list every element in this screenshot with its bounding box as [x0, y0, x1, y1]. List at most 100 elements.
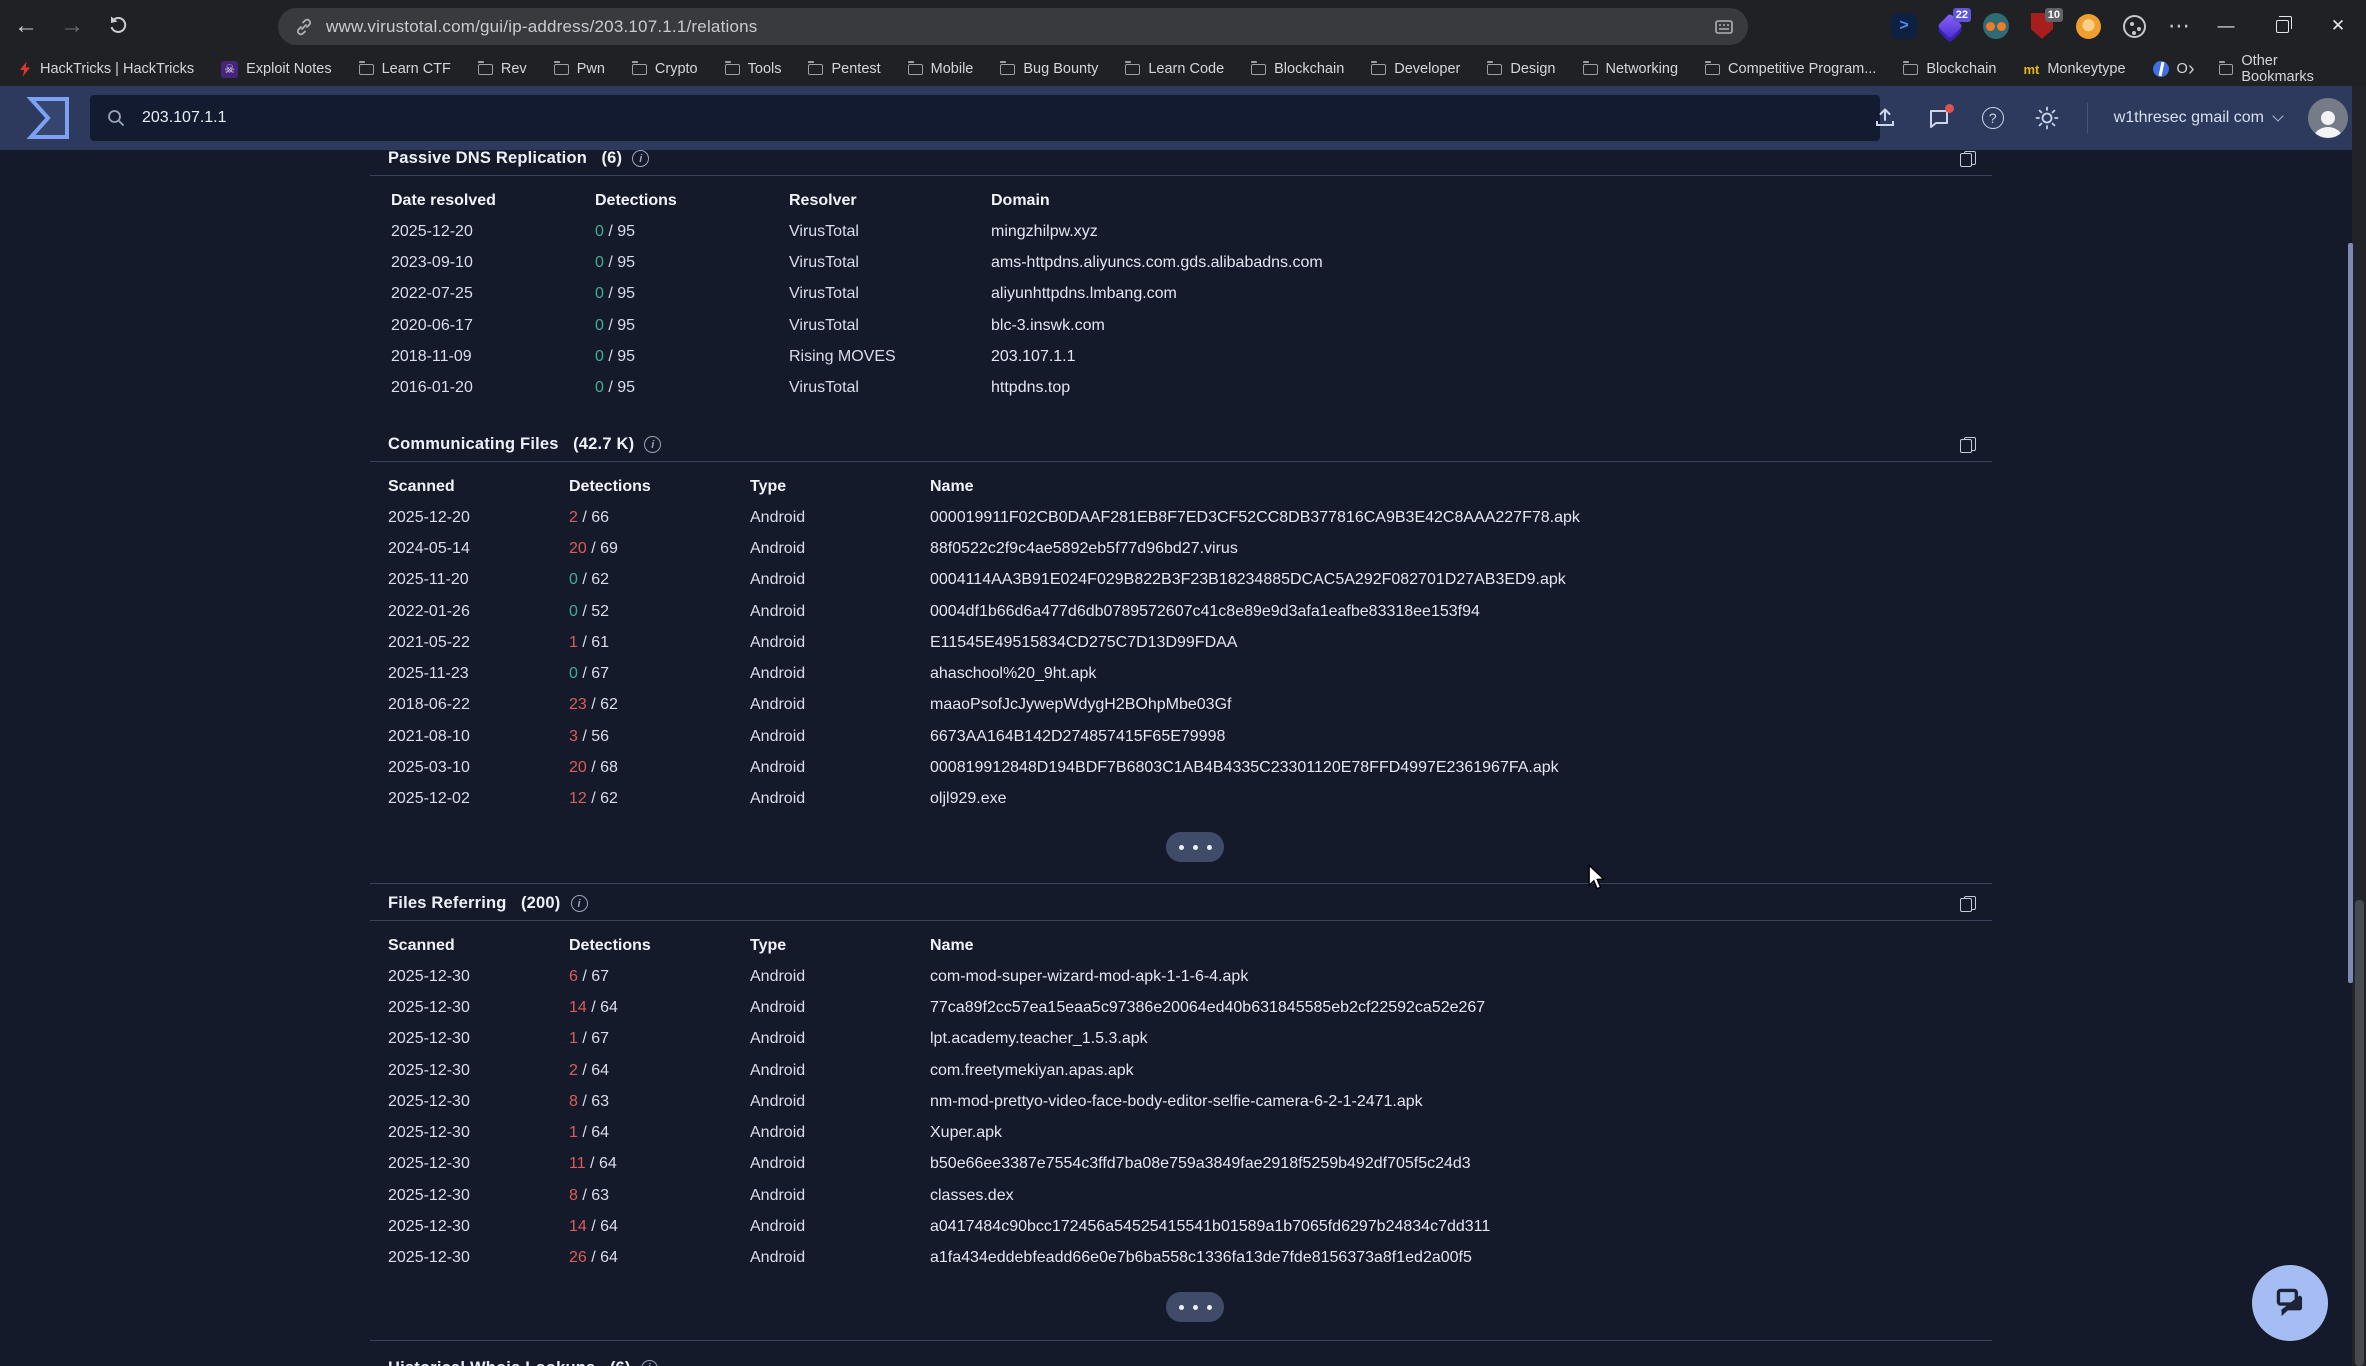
table-row[interactable]: 2022-01-260 / 52Android0004df1b66d6a477d… [370, 596, 1992, 627]
domain-cell[interactable]: httpdns.top [991, 379, 1992, 397]
scrollbar-thumb[interactable] [2355, 900, 2364, 1366]
bookmarks-overflow-chevron-icon[interactable]: › [2188, 58, 2195, 81]
name-cell[interactable]: com.freetymekiyan.apas.apk [930, 1062, 1992, 1080]
url-bar[interactable]: www.virustotal.com/gui/ip-address/203.10… [278, 8, 1748, 45]
load-more-button[interactable] [1166, 832, 1224, 862]
name-cell[interactable]: oljl929.exe [930, 790, 1992, 808]
other-bookmarks-button[interactable]: Other Bookmarks [2219, 53, 2352, 85]
extension-spy-icon[interactable] [1982, 12, 2010, 40]
bookmark-item[interactable]: HackTricks | HackTricks [18, 61, 194, 77]
copy-icon[interactable] [1960, 896, 1976, 912]
bookmark-item[interactable]: Design [1487, 61, 1555, 77]
domain-cell[interactable]: blc-3.inswk.com [991, 317, 1992, 335]
name-cell[interactable]: 000019911F02CB0DAAF281EB8F7ED3CF52CC8DB3… [930, 509, 1992, 527]
domain-cell[interactable]: mingzhilpw.xyz [991, 223, 1992, 241]
bookmark-item[interactable]: Learn Code [1125, 61, 1224, 77]
extension-layers-icon[interactable]: 22 [1936, 12, 1964, 40]
domain-cell[interactable]: ams-httpdns.aliyuncs.com.gds.alibabadns.… [991, 254, 1992, 272]
extension-cookie-icon[interactable] [2120, 12, 2148, 40]
name-cell[interactable]: maaoPsofJcJywepWdygH2BOhpMbe03Gf [930, 696, 1992, 714]
table-row[interactable]: 2025-12-302 / 64Androidcom.freetymekiyan… [370, 1055, 1992, 1086]
avatar[interactable] [2308, 98, 2348, 138]
name-cell[interactable]: nm-mod-prettyo-video-face-body-editor-se… [930, 1093, 1992, 1111]
name-cell[interactable]: E11545E49515834CD275C7D13D99FDAA [930, 634, 1992, 652]
table-row[interactable]: 2025-12-308 / 63Androidclasses.dex [370, 1180, 1992, 1211]
table-row[interactable]: 2025-11-230 / 67Androidahaschool%20_9ht.… [370, 658, 1992, 689]
info-icon[interactable]: i [571, 895, 588, 912]
bookmark-item[interactable]: Blockchain [1903, 61, 1996, 77]
name-cell[interactable]: lpt.academy.teacher_1.5.3.apk [930, 1030, 1992, 1048]
table-row[interactable]: 2025-12-308 / 63Androidnm-mod-prettyo-vi… [370, 1086, 1992, 1117]
table-row[interactable]: 2025-12-3014 / 64Android77ca89f2cc57ea15… [370, 992, 1992, 1023]
bookmark-item[interactable]: Learn CTF [359, 61, 451, 77]
bookmark-item[interactable]: Developer [1371, 61, 1460, 77]
table-row[interactable]: 2025-12-200 / 95VirusTotalmingzhilpw.xyz [370, 216, 1992, 247]
table-row[interactable]: 2025-11-200 / 62Android0004114AA3B91E024… [370, 565, 1992, 596]
name-cell[interactable]: 88f0522c2f9c4ae5892eb5f77d96bd27.virus [930, 540, 1992, 558]
name-cell[interactable]: classes.dex [930, 1187, 1992, 1205]
table-row[interactable]: 2025-03-1020 / 68Android000819912848D194… [370, 752, 1992, 783]
name-cell[interactable]: b50e66ee3387e7554c3ffd7ba08e759a3849fae2… [930, 1155, 1992, 1173]
table-row[interactable]: 2025-12-306 / 67Androidcom-mod-super-wiz… [370, 961, 1992, 992]
domain-cell[interactable]: aliyunhttpdns.lmbang.com [991, 285, 1992, 303]
bookmark-item[interactable]: OffSec [2153, 61, 2188, 77]
name-cell[interactable]: 0004114AA3B91E024F029B822B3F23B18234885D… [930, 571, 1992, 589]
close-icon[interactable]: ✕ [2310, 0, 2366, 52]
table-row[interactable]: 2024-05-1420 / 69Android88f0522c2f9c4ae5… [370, 533, 1992, 564]
table-row[interactable]: 2018-11-090 / 95Rising MOVES203.107.1.1 [370, 341, 1992, 372]
bookmark-item[interactable]: Rev [478, 61, 527, 77]
extension-shield-icon[interactable]: 10 [2028, 12, 2056, 40]
bookmark-item[interactable]: Competitive Program... [1705, 61, 1876, 77]
bookmark-item[interactable]: Networking [1583, 61, 1679, 77]
table-row[interactable]: 2021-05-221 / 61AndroidE11545E49515834CD… [370, 627, 1992, 658]
comments-icon[interactable] [1925, 104, 1953, 132]
forward-icon[interactable]: → [52, 6, 92, 46]
info-icon[interactable]: i [644, 436, 661, 453]
theme-toggle-icon[interactable] [2033, 104, 2061, 132]
search-input[interactable]: 203.107.1.1 [90, 95, 1880, 141]
table-row[interactable]: 2025-12-301 / 67Androidlpt.academy.teach… [370, 1024, 1992, 1055]
reload-icon[interactable] [98, 6, 138, 46]
bookmark-item[interactable]: mtMonkeytype [2023, 61, 2125, 77]
browser-menu-icon[interactable]: ⋯ [2166, 12, 2194, 40]
name-cell[interactable]: a1fa434eddebfeadd66e0e7b6ba558c1336fa13d… [930, 1249, 1992, 1267]
table-row[interactable]: 2025-12-0212 / 62Androidoljl929.exe [370, 784, 1992, 815]
name-cell[interactable]: 000819912848D194BDF7B6803C1AB4B4335C2330… [930, 759, 1992, 777]
load-more-button[interactable] [1166, 1292, 1224, 1322]
table-row[interactable]: 2025-12-202 / 66Android000019911F02CB0DA… [370, 502, 1992, 533]
table-row[interactable]: 2025-12-301 / 64AndroidXuper.apk [370, 1117, 1992, 1148]
table-row[interactable]: 2016-01-200 / 95VirusTotalhttpdns.top [370, 372, 1992, 403]
table-row[interactable]: 2022-07-250 / 95VirusTotalaliyunhttpdns.… [370, 279, 1992, 310]
bookmark-item[interactable]: Tools [725, 61, 782, 77]
bookmark-item[interactable]: ☠Exploit Notes [221, 61, 331, 78]
table-row[interactable]: 2025-12-3026 / 64Androida1fa434eddebfead… [370, 1243, 1992, 1274]
table-row[interactable]: 2025-12-3011 / 64Androidb50e66ee3387e755… [370, 1149, 1992, 1180]
name-cell[interactable]: 77ca89f2cc57ea15eaa5c97386e20064ed40b631… [930, 999, 1992, 1017]
table-row[interactable]: 2023-09-100 / 95VirusTotalams-httpdns.al… [370, 247, 1992, 278]
bookmark-item[interactable]: Mobile [908, 61, 974, 77]
bookmark-item[interactable]: Crypto [632, 61, 698, 77]
name-cell[interactable]: com-mod-super-wizard-mod-apk-1-1-6-4.apk [930, 968, 1992, 986]
name-cell[interactable]: 6673AA164B142D274857415F65E79998 [930, 728, 1992, 746]
bookmark-item[interactable]: Bug Bounty [1000, 61, 1098, 77]
account-menu[interactable]: w1thresec gmail com [2114, 109, 2282, 127]
table-row[interactable]: 2020-06-170 / 95VirusTotalblc-3.inswk.co… [370, 310, 1992, 341]
name-cell[interactable]: ahaschool%20_9ht.apk [930, 665, 1992, 683]
name-cell[interactable]: 0004df1b66d6a477d6db0789572607c41c8e89e9… [930, 603, 1992, 621]
info-icon[interactable]: i [641, 1360, 658, 1366]
info-icon[interactable]: i [632, 150, 649, 167]
copy-icon[interactable] [1960, 151, 1976, 167]
bookmark-item[interactable]: Blockchain [1251, 61, 1344, 77]
help-icon[interactable]: ? [1979, 104, 2007, 132]
name-cell[interactable]: a0417484c90bcc172456a54525415541b01589a1… [930, 1218, 1992, 1236]
minimize-icon[interactable]: — [2198, 0, 2254, 52]
bookmark-item[interactable]: Pwn [554, 61, 605, 77]
table-row[interactable]: 2018-06-2223 / 62AndroidmaaoPsofJcJywepW… [370, 690, 1992, 721]
table-row[interactable]: 2025-12-3014 / 64Androida0417484c90bcc17… [370, 1211, 1992, 1242]
name-cell[interactable]: Xuper.apk [930, 1124, 1992, 1142]
virustotal-logo-icon[interactable] [24, 94, 72, 147]
bookmark-item[interactable]: Pentest [808, 61, 880, 77]
extension-hamster-icon[interactable] [2074, 12, 2102, 40]
extension-terminal-icon[interactable]: > [1890, 12, 1918, 40]
restore-icon[interactable] [2254, 0, 2310, 52]
